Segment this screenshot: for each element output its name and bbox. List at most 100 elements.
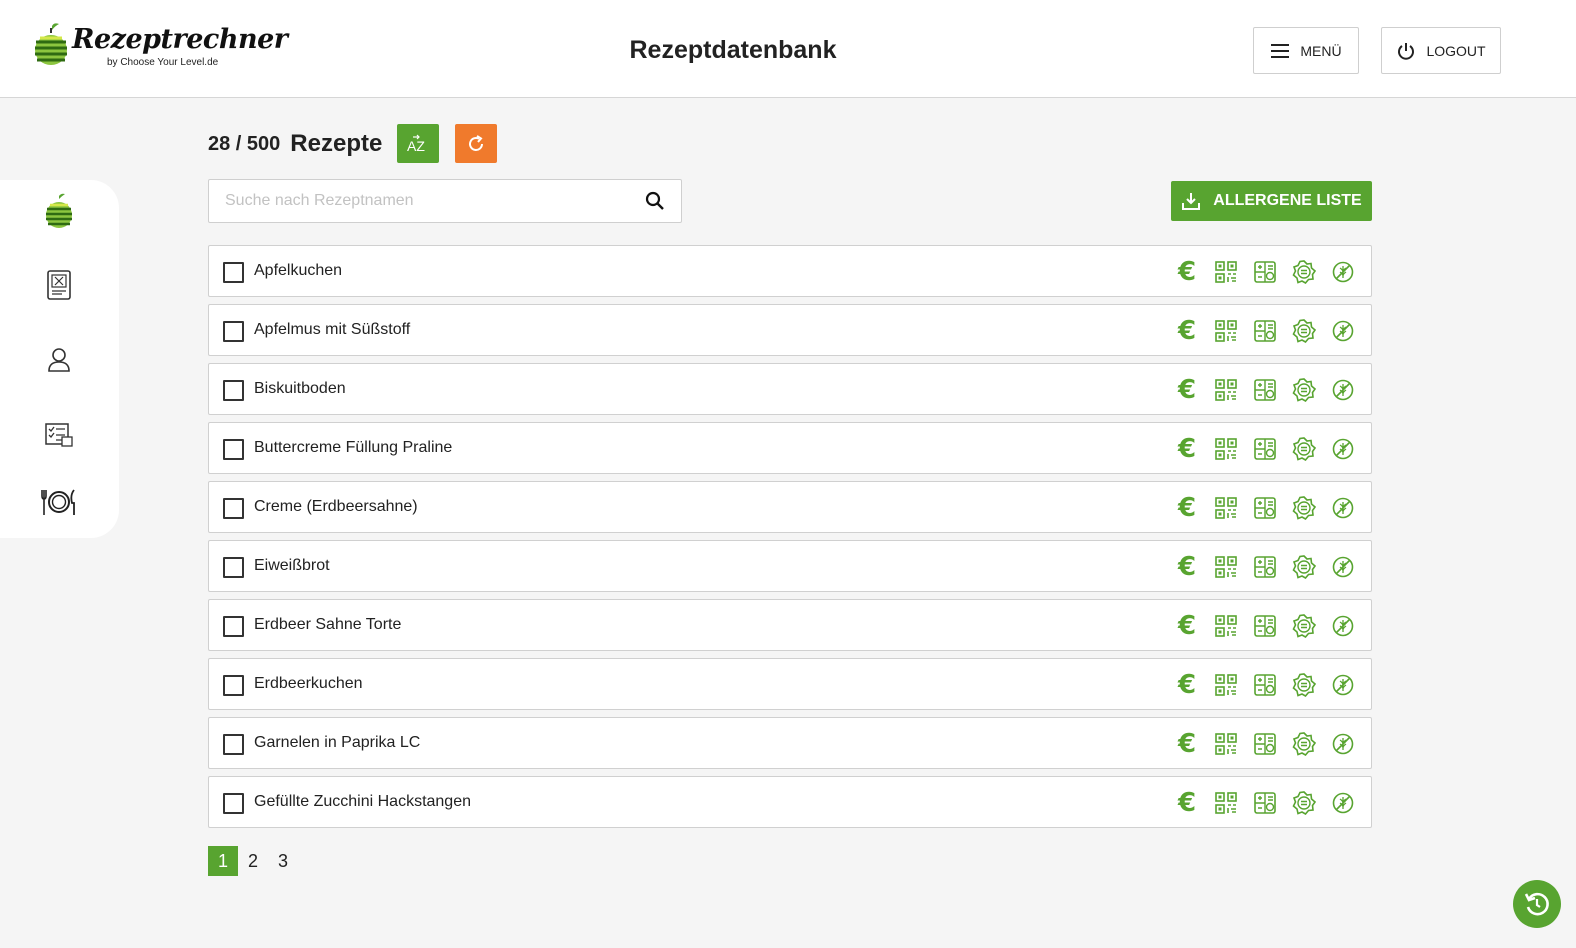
- sidebar-item-profile[interactable]: [40, 341, 78, 379]
- table-row[interactable]: Gefüllte Zucchini Hackstangen €: [208, 776, 1372, 828]
- no-gluten-icon[interactable]: [1329, 494, 1357, 522]
- no-gluten-icon[interactable]: [1329, 376, 1357, 404]
- qr-code-icon[interactable]: [1212, 435, 1240, 463]
- row-checkbox[interactable]: [223, 557, 244, 578]
- recipe-name[interactable]: Erdbeer Sahne Torte: [254, 616, 401, 634]
- badge-icon[interactable]: [1290, 317, 1318, 345]
- sidebar-item-recipes[interactable]: [40, 266, 78, 304]
- row-checkbox[interactable]: [223, 262, 244, 283]
- nutrition-table-icon[interactable]: [1251, 376, 1279, 404]
- badge-icon[interactable]: [1290, 435, 1318, 463]
- euro-icon[interactable]: €: [1173, 375, 1201, 405]
- page-3-button[interactable]: 3: [268, 846, 298, 876]
- qr-code-icon[interactable]: [1212, 612, 1240, 640]
- recipe-name[interactable]: Garnelen in Paprika LC: [254, 734, 420, 752]
- recipe-name[interactable]: Buttercreme Füllung Praline: [254, 439, 452, 457]
- no-gluten-icon[interactable]: [1329, 258, 1357, 286]
- sidebar-item-lists[interactable]: [40, 416, 78, 454]
- qr-code-icon[interactable]: [1212, 258, 1240, 286]
- no-gluten-icon[interactable]: [1329, 789, 1357, 817]
- row-checkbox[interactable]: [223, 793, 244, 814]
- euro-icon[interactable]: €: [1173, 611, 1201, 641]
- no-gluten-icon[interactable]: [1329, 671, 1357, 699]
- table-row[interactable]: Apfelkuchen €: [208, 245, 1372, 297]
- row-checkbox[interactable]: [223, 498, 244, 519]
- qr-code-icon[interactable]: [1212, 789, 1240, 817]
- table-row[interactable]: Biskuitboden €: [208, 363, 1372, 415]
- sort-az-button[interactable]: AZ: [397, 124, 439, 163]
- recipe-name[interactable]: Apfelmus mit Süßstoff: [254, 321, 410, 339]
- allergen-list-label: ALLERGENE LISTE: [1213, 192, 1362, 209]
- table-row[interactable]: Eiweißbrot €: [208, 540, 1372, 592]
- nutrition-table-icon[interactable]: [1251, 494, 1279, 522]
- qr-code-icon[interactable]: [1212, 553, 1240, 581]
- nutrition-table-icon[interactable]: [1251, 671, 1279, 699]
- search-icon[interactable]: [645, 191, 665, 211]
- row-checkbox[interactable]: [223, 675, 244, 696]
- badge-icon[interactable]: [1290, 494, 1318, 522]
- nutrition-table-icon[interactable]: [1251, 612, 1279, 640]
- recipe-count: 28 / 500: [208, 132, 281, 155]
- table-row[interactable]: Garnelen in Paprika LC €: [208, 717, 1372, 769]
- page-2-button[interactable]: 2: [238, 846, 268, 876]
- euro-icon[interactable]: €: [1173, 316, 1201, 346]
- nutrition-table-icon[interactable]: [1251, 553, 1279, 581]
- badge-icon[interactable]: [1290, 376, 1318, 404]
- euro-icon[interactable]: €: [1173, 552, 1201, 582]
- no-gluten-icon[interactable]: [1329, 612, 1357, 640]
- euro-icon[interactable]: €: [1173, 788, 1201, 818]
- row-checkbox[interactable]: [223, 380, 244, 401]
- row-actions: €: [1162, 316, 1357, 346]
- euro-icon[interactable]: €: [1173, 257, 1201, 287]
- qr-code-icon[interactable]: [1212, 376, 1240, 404]
- badge-icon[interactable]: [1290, 789, 1318, 817]
- row-checkbox[interactable]: [223, 321, 244, 342]
- qr-code-icon[interactable]: [1212, 671, 1240, 699]
- recipe-name[interactable]: Biskuitboden: [254, 380, 346, 398]
- recipe-name[interactable]: Erdbeerkuchen: [254, 675, 363, 693]
- nutrition-table-icon[interactable]: [1251, 317, 1279, 345]
- qr-code-icon[interactable]: [1212, 494, 1240, 522]
- badge-icon[interactable]: [1290, 671, 1318, 699]
- qr-code-icon[interactable]: [1212, 317, 1240, 345]
- no-gluten-icon[interactable]: [1329, 553, 1357, 581]
- recipe-name[interactable]: Creme (Erdbeersahne): [254, 498, 418, 516]
- nutrition-table-icon[interactable]: [1251, 730, 1279, 758]
- menu-button[interactable]: MENÜ: [1253, 27, 1359, 74]
- allergen-list-button[interactable]: ALLERGENE LISTE: [1171, 181, 1372, 221]
- sidebar-item-meals[interactable]: [40, 483, 78, 521]
- badge-icon[interactable]: [1290, 553, 1318, 581]
- row-checkbox[interactable]: [223, 734, 244, 755]
- history-fab-button[interactable]: [1513, 880, 1561, 928]
- recipe-name[interactable]: Apfelkuchen: [254, 262, 342, 280]
- sidebar-item-home[interactable]: [40, 193, 78, 231]
- table-row[interactable]: Apfelmus mit Süßstoff €: [208, 304, 1372, 356]
- search-input[interactable]: [225, 180, 625, 222]
- recipe-name[interactable]: Eiweißbrot: [254, 557, 330, 575]
- no-gluten-icon[interactable]: [1329, 435, 1357, 463]
- qr-code-icon[interactable]: [1212, 730, 1240, 758]
- page-1-button[interactable]: 1: [208, 846, 238, 876]
- table-row[interactable]: Buttercreme Füllung Praline €: [208, 422, 1372, 474]
- nutrition-table-icon[interactable]: [1251, 435, 1279, 463]
- row-checkbox[interactable]: [223, 616, 244, 637]
- logout-button[interactable]: LOGOUT: [1381, 27, 1501, 74]
- recipe-name[interactable]: Gefüllte Zucchini Hackstangen: [254, 793, 471, 811]
- euro-icon[interactable]: €: [1173, 434, 1201, 464]
- euro-icon[interactable]: €: [1173, 493, 1201, 523]
- badge-icon[interactable]: [1290, 730, 1318, 758]
- table-row[interactable]: Erdbeerkuchen €: [208, 658, 1372, 710]
- refresh-button[interactable]: [455, 124, 497, 163]
- table-row[interactable]: Creme (Erdbeersahne) €: [208, 481, 1372, 533]
- sort-az-icon: AZ: [407, 134, 425, 154]
- badge-icon[interactable]: [1290, 258, 1318, 286]
- table-row[interactable]: Erdbeer Sahne Torte €: [208, 599, 1372, 651]
- no-gluten-icon[interactable]: [1329, 730, 1357, 758]
- euro-icon[interactable]: €: [1173, 670, 1201, 700]
- badge-icon[interactable]: [1290, 612, 1318, 640]
- row-checkbox[interactable]: [223, 439, 244, 460]
- euro-icon[interactable]: €: [1173, 729, 1201, 759]
- nutrition-table-icon[interactable]: [1251, 258, 1279, 286]
- nutrition-table-icon[interactable]: [1251, 789, 1279, 817]
- no-gluten-icon[interactable]: [1329, 317, 1357, 345]
